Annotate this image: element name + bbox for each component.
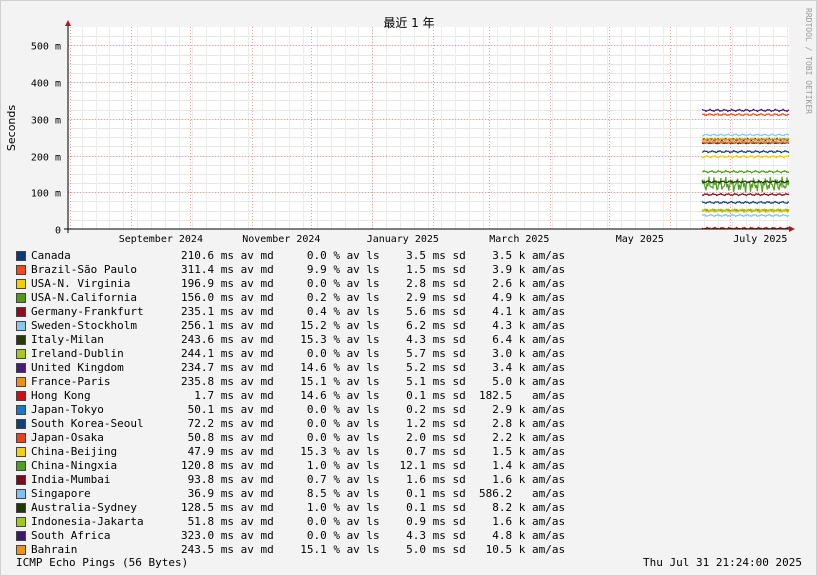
y-tick-label: 500 m — [31, 42, 61, 53]
legend-stats: 156.0 ms av md 0.2 % av ls 2.9 ms sd 4.9… — [181, 291, 566, 304]
smokeping-graph: 0 100 m 200 m 300 m 400 m 500 m September 202… — [0, 0, 817, 576]
legend-swatch — [16, 363, 26, 373]
x-tick-label: November 2024 — [242, 234, 320, 245]
legend-stats: 210.6 ms av md 0.0 % av ls 3.5 ms sd 3.5… — [181, 249, 566, 262]
y-tick-label: 400 m — [31, 79, 61, 90]
legend-stats: 50.1 ms av md 0.0 % av ls 0.2 ms sd 2.9 … — [181, 403, 566, 416]
y-tick-label: 0 — [55, 226, 61, 237]
legend-stats: 50.8 ms av md 0.0 % av ls 2.0 ms sd 2.2 … — [181, 431, 566, 444]
legend-name: Japan-Osaka — [31, 431, 104, 444]
x-tick-label: May 2025 — [616, 234, 664, 245]
legend-stats: 256.1 ms av md 15.2 % av ls 6.2 ms sd 4.… — [181, 319, 566, 332]
legend-name: Italy-Milan — [31, 333, 104, 346]
x-tick-label: September 2024 — [119, 234, 203, 245]
legend-name: Singapore — [31, 487, 91, 500]
rrdtool-watermark: RRDTOOL / TOBI OETIKER — [804, 8, 813, 114]
legend-swatch — [16, 531, 26, 541]
legend-swatch — [16, 489, 26, 499]
legend-name: Japan-Tokyo — [31, 403, 104, 416]
legend-name: India-Mumbai — [31, 473, 111, 486]
chart-title: 最近 1 年 — [383, 16, 434, 30]
legend-stats: 323.0 ms av md 0.0 % av ls 4.3 ms sd 4.8… — [181, 529, 566, 542]
y-tick-labels: 0 100 m 200 m 300 m 400 m 500 m — [31, 42, 61, 237]
y-axis-label: Seconds — [5, 105, 18, 151]
legend-name: Indonesia-Jakarta — [31, 515, 144, 528]
legend-name: Germany-Frankfurt — [31, 305, 144, 318]
y-tick-label: 100 m — [31, 189, 61, 200]
legend-name: South Africa — [31, 529, 111, 542]
legend-stats: 243.6 ms av md 15.3 % av ls 4.3 ms sd 6.… — [181, 333, 566, 346]
legend-swatch — [16, 475, 26, 485]
legend-name: USA-N.California — [31, 291, 137, 304]
legend-name: USA-N. Virginia — [31, 277, 131, 290]
legend-stats: 196.9 ms av md 0.0 % av ls 2.8 ms sd 2.6… — [181, 277, 566, 290]
legend-stats: 93.8 ms av md 0.7 % av ls 1.6 ms sd 1.6 … — [181, 473, 566, 486]
legend-stats: 235.1 ms av md 0.4 % av ls 5.6 ms sd 4.1… — [181, 305, 566, 318]
legend-stats: 120.8 ms av md 1.0 % av ls 12.1 ms sd 1.… — [181, 459, 566, 472]
legend-swatch — [16, 545, 26, 555]
legend-name: China-Ningxia — [31, 459, 118, 472]
y-tick-label: 300 m — [31, 116, 61, 127]
legend-name: Brazil-São Paulo — [31, 263, 137, 276]
legend-name: Bahrain — [31, 543, 78, 556]
x-axis-arrow — [789, 226, 795, 232]
x-tick-label: July 2025 — [733, 234, 787, 245]
y-axis-arrow — [65, 20, 71, 26]
legend-name: Ireland-Dublin — [31, 347, 124, 360]
legend-name: United Kingdom — [31, 361, 124, 374]
legend-stats: 51.8 ms av md 0.0 % av ls 0.9 ms sd 1.6 … — [181, 515, 566, 528]
legend-swatch — [16, 377, 26, 387]
legend-stats: 234.7 ms av md 14.6 % av ls 5.2 ms sd 3.… — [181, 361, 566, 374]
legend-swatch — [16, 461, 26, 471]
graph-description: ICMP Echo Pings (56 Bytes) — [16, 556, 189, 569]
legend-name: Australia-Sydney — [31, 501, 137, 514]
legend-name: South Korea-Seoul — [31, 417, 144, 430]
legend-swatch — [16, 447, 26, 457]
legend-swatch — [16, 517, 26, 527]
legend-name: Hong Kong — [31, 389, 91, 402]
legend-swatch — [16, 419, 26, 429]
legend-swatch — [16, 307, 26, 317]
legend-swatch — [16, 503, 26, 513]
graph-timestamp: Thu Jul 31 21:24:00 2025 — [643, 556, 802, 569]
x-tick-label: March 2025 — [489, 234, 549, 245]
legend-swatch — [16, 293, 26, 303]
y-tick-label: 200 m — [31, 153, 61, 164]
legend-name: China-Beijing — [31, 445, 118, 458]
legend-stats: 1.7 ms av md 14.6 % av ls 0.1 ms sd 182.… — [181, 389, 566, 402]
legend-stats: 243.5 ms av md 15.1 % av ls 5.0 ms sd 10… — [181, 543, 566, 556]
x-tick-labels: September 2024 November 2024 January 2025 M… — [119, 234, 788, 245]
legend-stats: 128.5 ms av md 1.0 % av ls 0.1 ms sd 8.2… — [181, 501, 566, 514]
legend-name: Canada — [31, 249, 71, 262]
legend-swatch — [16, 433, 26, 443]
legend-swatch — [16, 321, 26, 331]
legend-name: Sweden-Stockholm — [31, 319, 137, 332]
legend-swatch — [16, 391, 26, 401]
legend-stats: 244.1 ms av md 0.0 % av ls 5.7 ms sd 3.0… — [181, 347, 566, 360]
legend-swatch — [16, 349, 26, 359]
legend-swatch — [16, 251, 26, 261]
x-tick-label: January 2025 — [367, 234, 439, 245]
legend-name: France-Paris — [31, 375, 111, 388]
legend-stats: 311.4 ms av md 9.9 % av ls 1.5 ms sd 3.9… — [181, 263, 566, 276]
legend-swatch — [16, 335, 26, 345]
legend-swatch — [16, 265, 26, 275]
legend-stats: 72.2 ms av md 0.0 % av ls 1.2 ms sd 2.8 … — [181, 417, 566, 430]
legend-swatch — [16, 405, 26, 415]
legend-stats: 235.8 ms av md 15.1 % av ls 5.1 ms sd 5.… — [181, 375, 566, 388]
legend-stats: 36.9 ms av md 8.5 % av ls 0.1 ms sd 586.… — [181, 487, 566, 500]
legend-stats: 47.9 ms av md 15.3 % av ls 0.7 ms sd 1.5… — [181, 445, 566, 458]
legend-swatch — [16, 279, 26, 289]
